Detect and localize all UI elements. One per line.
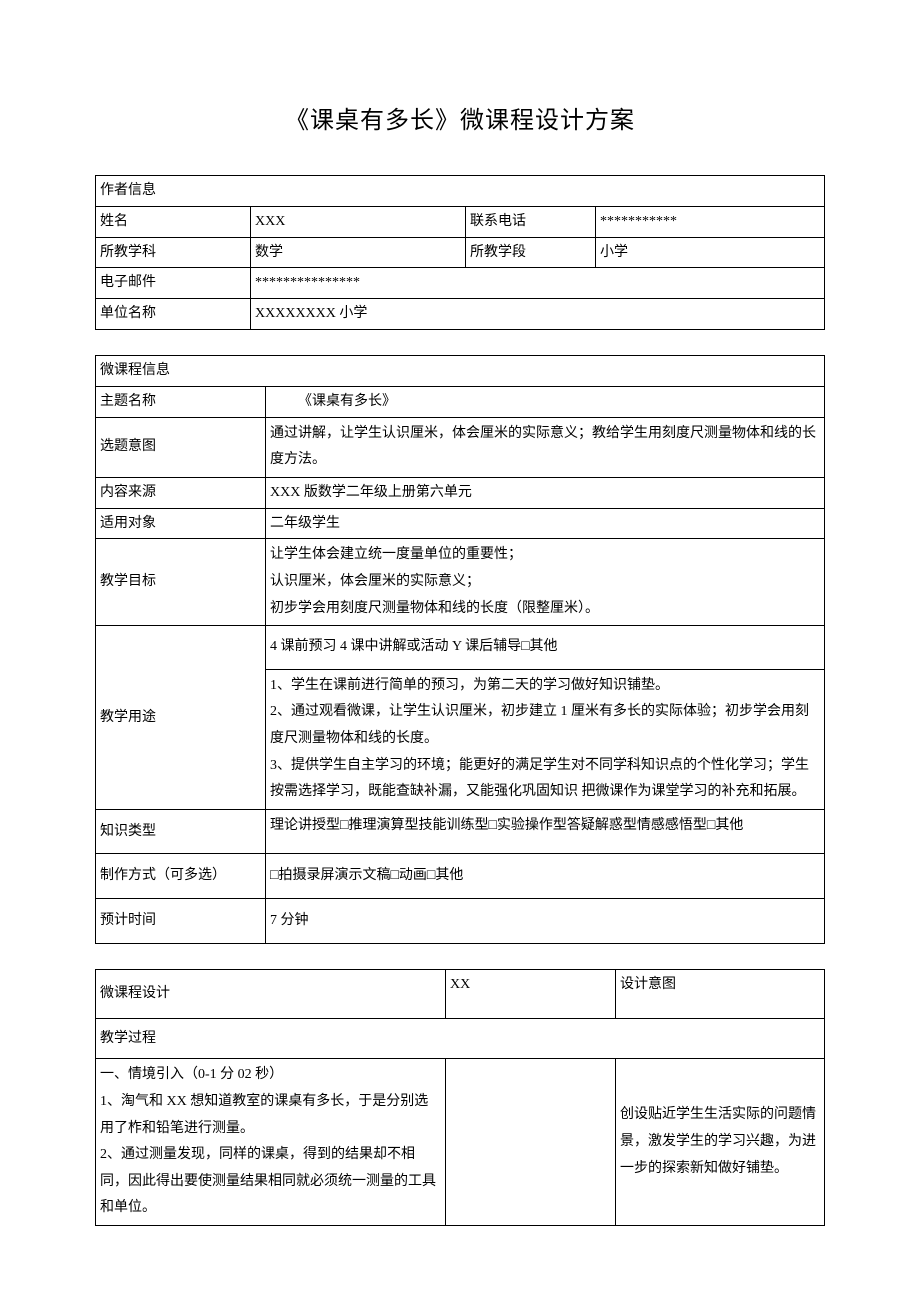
label-time: 预计时间: [96, 899, 266, 944]
table-header-row: 微课程信息: [96, 355, 825, 386]
value-source: XXX 版数学二年级上册第六单元: [266, 477, 825, 508]
document-title: 《课桌有多长》微课程设计方案: [95, 100, 825, 135]
table-row: 制作方式（可多选） □拍摄录屏演示文稿□动画□其他: [96, 854, 825, 899]
table-row: 教学目标 让学生体会建立统一度量单位的重要性； 认识厘米，体会厘米的实际意义； …: [96, 539, 825, 626]
value-topic: 《课桌有多长》: [266, 386, 825, 417]
table-row: 知识类型 理论讲授型□推理演算型技能训练型□实验操作型答疑解惑型情感感悟型□其他: [96, 809, 825, 854]
label-goal: 教学目标: [96, 539, 266, 626]
table-row: 内容来源 XXX 版数学二年级上册第六单元: [96, 477, 825, 508]
label-intent: 选题意图: [96, 417, 266, 477]
value-intent: 通过讲解，让学生认识厘米，体会厘米的实际意义；教给学生用刻度尺测量物体和线的长度…: [266, 417, 825, 477]
label-topic: 主题名称: [96, 386, 266, 417]
table-row: 教学用途 4 课前预习 4 课中讲解或活动 Y 课后辅导□其他: [96, 626, 825, 670]
process-mid: [446, 1059, 616, 1226]
table-row: 适用对象 二年级学生: [96, 508, 825, 539]
value-method: □拍摄录屏演示文稿□动画□其他: [266, 854, 825, 899]
label-stage: 所教学段: [466, 237, 596, 268]
design-header-3: 设计意图: [616, 969, 825, 1018]
value-time: 7 分钟: [266, 899, 825, 944]
process-right: 创设贴近学生生活实际的问题情景，激发学生的学习兴趣，为进一步的探索新知做好铺垫。: [616, 1059, 825, 1226]
table-row: 单位名称 XXXXXXXX 小学: [96, 299, 825, 330]
table-row: 教学过程: [96, 1018, 825, 1059]
author-info-header: 作者信息: [96, 176, 825, 207]
label-unit: 单位名称: [96, 299, 251, 330]
table-row: 所教学科 数学 所教学段 小学: [96, 237, 825, 268]
label-ktype: 知识类型: [96, 809, 266, 854]
label-subject: 所教学科: [96, 237, 251, 268]
value-unit: XXXXXXXX 小学: [251, 299, 825, 330]
label-use: 教学用途: [96, 626, 266, 810]
table-row: 一、情境引入（0-1 分 02 秒） 1、淘气和 XX 想知道教室的课桌有多长，…: [96, 1059, 825, 1226]
label-method: 制作方式（可多选）: [96, 854, 266, 899]
value-subject: 数学: [251, 237, 466, 268]
value-stage: 小学: [596, 237, 825, 268]
table-row: 电子邮件 ***************: [96, 268, 825, 299]
design-header-2: XX: [446, 969, 616, 1018]
course-design-table: 微课程设计 XX 设计意图 教学过程 一、情境引入（0-1 分 02 秒） 1、…: [95, 969, 825, 1226]
label-name: 姓名: [96, 206, 251, 237]
label-phone: 联系电话: [466, 206, 596, 237]
author-info-table: 作者信息 姓名 XXX 联系电话 *********** 所教学科 数学 所教学…: [95, 175, 825, 330]
value-ktype: 理论讲授型□推理演算型技能训练型□实验操作型答疑解惑型情感感悟型□其他: [266, 809, 825, 854]
value-email: ***************: [251, 268, 825, 299]
table-row: 主题名称 《课桌有多长》: [96, 386, 825, 417]
value-audience: 二年级学生: [266, 508, 825, 539]
value-goal: 让学生体会建立统一度量单位的重要性； 认识厘米，体会厘米的实际意义； 初步学会用…: [266, 539, 825, 626]
course-info-header: 微课程信息: [96, 355, 825, 386]
value-use-options: 4 课前预习 4 课中讲解或活动 Y 课后辅导□其他: [266, 626, 825, 670]
table-row: 选题意图 通过讲解，让学生认识厘米，体会厘米的实际意义；教给学生用刻度尺测量物体…: [96, 417, 825, 477]
design-header-1: 微课程设计: [96, 969, 446, 1018]
label-source: 内容来源: [96, 477, 266, 508]
course-info-table: 微课程信息 主题名称 《课桌有多长》 选题意图 通过讲解，让学生认识厘米，体会厘…: [95, 355, 825, 944]
value-name: XXX: [251, 206, 466, 237]
table-row: 预计时间 7 分钟: [96, 899, 825, 944]
table-header-row: 作者信息: [96, 176, 825, 207]
label-email: 电子邮件: [96, 268, 251, 299]
process-left: 一、情境引入（0-1 分 02 秒） 1、淘气和 XX 想知道教室的课桌有多长，…: [96, 1059, 446, 1226]
label-audience: 适用对象: [96, 508, 266, 539]
value-use-body: 1、学生在课前进行简单的预习，为第二天的学习做好知识铺垫。 2、通过观看微课，让…: [266, 669, 825, 809]
table-row: 姓名 XXX 联系电话 ***********: [96, 206, 825, 237]
value-phone: ***********: [596, 206, 825, 237]
process-header: 教学过程: [96, 1018, 825, 1059]
table-header-row: 微课程设计 XX 设计意图: [96, 969, 825, 1018]
